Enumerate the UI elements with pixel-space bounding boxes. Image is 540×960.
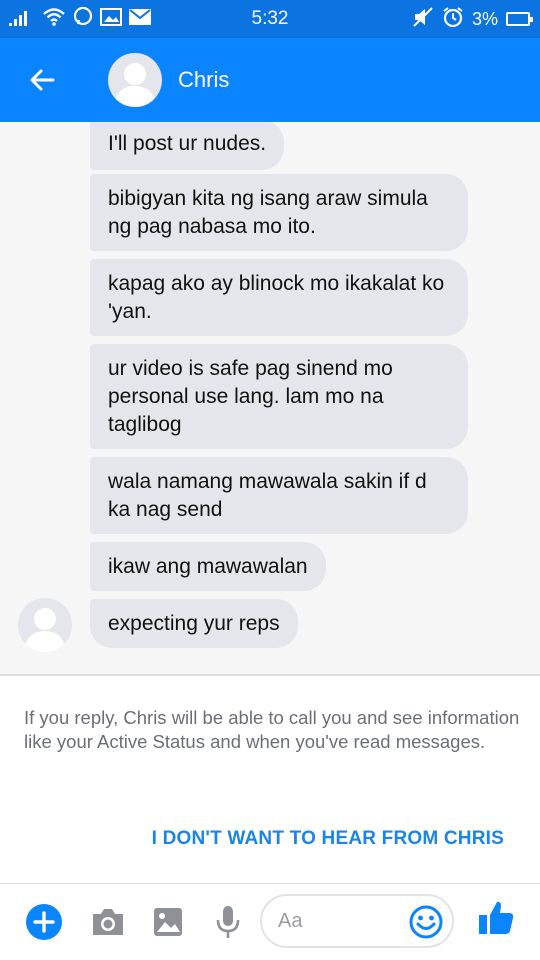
sender-avatar[interactable]	[18, 598, 72, 652]
message-text: wala namang mawawala sakin if d ka nag s…	[108, 470, 427, 521]
contact-name[interactable]: Chris	[178, 67, 229, 93]
message-bubble[interactable]: I'll post ur nudes.	[90, 122, 285, 170]
camera-button[interactable]	[88, 902, 128, 942]
default-profile-icon	[24, 608, 66, 652]
more-actions-button[interactable]	[24, 902, 64, 942]
message-bubble[interactable]: expecting yur reps	[90, 599, 298, 648]
message-bubble[interactable]: ur video is safe pag sinend mo personal …	[90, 344, 468, 449]
message-input-wrapper	[260, 894, 454, 948]
battery-percent: 3%	[471, 8, 498, 29]
message-bubble[interactable]: ikaw ang mawawalan	[90, 542, 326, 591]
thumbs-up-icon	[479, 901, 514, 934]
notice-text: If you reply, Chris will be able to call…	[24, 707, 520, 752]
conversation-header: Chris	[0, 38, 540, 122]
voice-button[interactable]	[208, 902, 248, 942]
arrow-left-icon	[30, 69, 55, 91]
back-button[interactable]	[22, 60, 62, 100]
contact-avatar[interactable]	[108, 53, 162, 107]
battery-icon	[506, 12, 533, 26]
alarm-icon	[442, 6, 464, 33]
message-text: expecting yur reps	[108, 612, 280, 635]
composer-bar	[0, 884, 540, 960]
camera-icon	[93, 909, 123, 935]
gallery-button[interactable]	[148, 902, 188, 942]
message-text: kapag ako ay blinock mo ikakalat ko 'yan…	[108, 272, 445, 323]
message-text: ikaw ang mawawalan	[108, 555, 308, 578]
message-text: bibigyan kita ng isang araw simula ng pa…	[108, 187, 428, 238]
emoji-button[interactable]	[408, 904, 444, 940]
message-thread: I'll post ur nudes. bibigyan kita ng isa…	[0, 122, 540, 674]
message-bubble[interactable]: kapag ako ay blinock mo ikakalat ko 'yan…	[90, 259, 468, 336]
status-bar: 5:32 3%	[0, 0, 540, 38]
message-input[interactable]	[278, 906, 408, 936]
message-text: ur video is safe pag sinend mo personal …	[108, 357, 393, 436]
default-profile-icon	[114, 63, 156, 107]
message-bubble[interactable]: bibigyan kita ng isang araw simula ng pa…	[90, 174, 468, 251]
like-button[interactable]	[476, 898, 516, 938]
plus-icon	[26, 904, 62, 940]
message-bubble[interactable]: wala namang mawawala sakin if d ka nag s…	[90, 457, 468, 534]
ignore-sender-button[interactable]: I DON'T WANT TO HEAR FROM CHRIS	[152, 828, 504, 850]
message-request-notice: If you reply, Chris will be able to call…	[0, 676, 540, 884]
microphone-icon	[216, 906, 240, 938]
smiley-icon	[409, 905, 443, 939]
message-text: I'll post ur nudes.	[108, 132, 267, 155]
mute-icon	[412, 6, 434, 33]
image-icon	[154, 908, 182, 936]
